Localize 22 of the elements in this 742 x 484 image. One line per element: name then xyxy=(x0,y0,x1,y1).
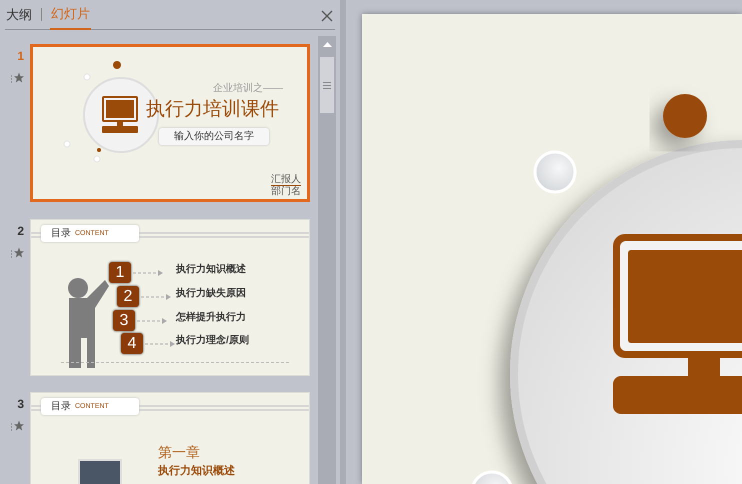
slide-title: 执行力培训课件 xyxy=(146,100,279,119)
slide-number: 1 xyxy=(17,50,24,62)
presenter-label: 汇报人 xyxy=(271,175,301,186)
agenda-item: 执行力理念/原则 xyxy=(176,336,249,346)
panel-tab[interactable]: 大纲 xyxy=(5,0,33,29)
chapter-label: 第一章 xyxy=(158,445,200,459)
number-tile: 1 xyxy=(109,262,131,283)
company-name-field: 输入你的公司名字 xyxy=(159,128,269,145)
number-tile: 3 xyxy=(113,310,135,331)
slide-number: 3 xyxy=(17,398,24,410)
number-tile: 4 xyxy=(121,333,143,354)
agenda-item: 执行力知识概述 xyxy=(176,265,246,275)
slide-subtitle: 企业培训之—— xyxy=(213,84,283,94)
slide-header-label: 目录 xyxy=(51,228,71,238)
department-label: 部门名 xyxy=(271,187,301,197)
agenda-item: 怎样提升执行力 xyxy=(176,313,246,323)
chapter-title: 执行力知识概述 xyxy=(158,466,235,477)
number-tile: 2 xyxy=(117,286,139,307)
agenda-item: 执行力缺失原因 xyxy=(176,289,246,299)
slide-header-label: 目录 xyxy=(51,402,71,412)
slide-number: 2 xyxy=(17,225,24,237)
slide-thumbnail[interactable]: 企业培训之—— 执行力培训课件 输入你的公司名字 汇报人 部门名 xyxy=(30,44,310,202)
